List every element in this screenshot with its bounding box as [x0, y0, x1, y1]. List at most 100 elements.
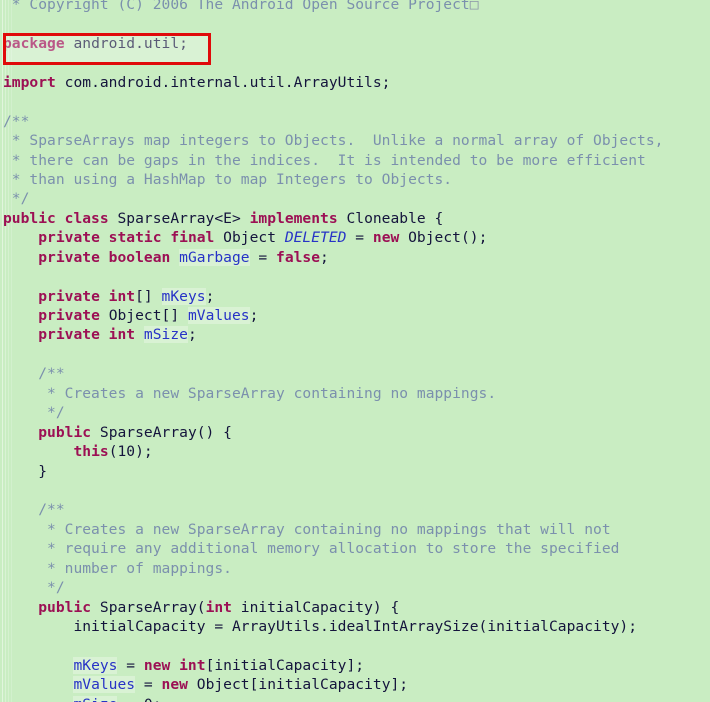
code-token-kw: public class	[3, 209, 109, 227]
code-line: * than using a HashMap to map Integers t…	[0, 170, 710, 189]
code-token-kw: import	[3, 73, 56, 91]
code-line: * require any additional memory allocati…	[0, 539, 710, 558]
code-line: public SparseArray() {	[0, 423, 710, 442]
code-token-kw: public	[38, 423, 92, 441]
code-token-id: [initialCapacity];	[205, 656, 365, 674]
code-token-cmt: */	[3, 190, 30, 208]
code-token-fld: mValues	[187, 307, 250, 324]
code-token-cmt: * require any additional memory allocati…	[3, 540, 620, 558]
code-line: public class SparseArray<E> implements C…	[0, 209, 710, 228]
code-token-id: Object[]	[99, 307, 188, 324]
code-line: /**	[0, 500, 710, 519]
code-line: */	[0, 403, 710, 422]
code-token-cmt: * Creates a new SparseArray containing n…	[3, 520, 611, 538]
code-line: */	[0, 578, 710, 597]
code-token-cmt: * Creates a new SparseArray containing n…	[3, 384, 497, 402]
code-line: private int mSize;	[0, 325, 710, 344]
code-token-id: initialCapacity = ArrayUtils.idealIntArr…	[3, 618, 638, 635]
code-token-id: =	[346, 229, 373, 247]
code-token-fld: mKeys	[73, 656, 118, 674]
code-token-id: Object();	[399, 229, 488, 247]
code-token-id: ;	[320, 248, 329, 266]
code-viewer[interactable]: * Copyright (C) 2006 The Android Open So…	[0, 0, 710, 702]
code-line: /**	[0, 364, 710, 383]
code-token-kw: private int	[38, 287, 136, 305]
code-token-id: SparseArray() {	[91, 423, 232, 441]
code-line: this(10);	[0, 442, 710, 461]
code-token-id: =	[249, 248, 277, 266]
code-line: public SparseArray(int initialCapacity) …	[0, 598, 710, 617]
code-token-kw: public	[38, 598, 92, 616]
code-line: private int[] mKeys;	[0, 287, 710, 306]
code-line: * number of mappings.	[0, 559, 710, 578]
code-token-kw: private static final	[38, 229, 215, 247]
code-line: mValues = new Object[initialCapacity];	[0, 675, 710, 694]
code-token-kw: this	[73, 443, 109, 461]
code-line: * Copyright (C) 2006 The Android Open So…	[0, 0, 710, 14]
code-token-id	[3, 443, 73, 460]
code-token-id: SparseArray<E>	[108, 209, 250, 227]
code-token-id: com.android.internal.util.ArrayUtils;	[55, 73, 391, 91]
code-line: private static final Object DELETED = ne…	[0, 228, 710, 247]
code-token-id	[3, 676, 73, 693]
code-token-kw: new	[372, 229, 400, 247]
code-token-id	[3, 599, 38, 616]
code-token-id	[135, 326, 144, 343]
code-token-id: Cloneable {	[337, 209, 444, 227]
code-token-kw: new	[161, 676, 188, 694]
code-token-id	[3, 249, 38, 266]
code-token-id: ;	[249, 307, 259, 324]
code-token-cmt: * there can be gaps in the indices. It i…	[3, 151, 646, 169]
code-line: * there can be gaps in the indices. It i…	[0, 151, 710, 170]
code-token-sfld: DELETED	[284, 229, 347, 247]
source-code-block[interactable]: * Copyright (C) 2006 The Android Open So…	[0, 0, 710, 702]
code-token-id: SparseArray(	[91, 598, 206, 616]
code-token-tofu: □	[469, 0, 479, 13]
code-token-kw: false	[276, 248, 321, 266]
code-line: */	[0, 189, 710, 208]
code-line: }	[0, 462, 710, 481]
code-line: private boolean mGarbage = false;	[0, 248, 710, 267]
code-token-id: }	[3, 462, 48, 480]
code-token-id: =	[117, 656, 144, 674]
code-token-id: initialCapacity) {	[231, 598, 400, 616]
code-line: mSize = 0;	[0, 695, 710, 702]
code-token-fld: mSize	[73, 695, 118, 702]
code-token-fld: mValues	[73, 676, 136, 694]
code-token-id: (10);	[108, 443, 153, 461]
code-token-kw: private	[38, 307, 100, 324]
code-token-id: =	[135, 676, 162, 694]
code-token-kw: int	[205, 598, 232, 616]
code-token-fld: mKeys	[161, 287, 206, 305]
code-token-id	[3, 696, 73, 702]
code-token-cmt: * number of mappings.	[3, 559, 232, 577]
code-token-cmt: * Copyright (C) 2006 The Android Open So…	[3, 0, 470, 13]
code-line: mKeys = new int[initialCapacity];	[0, 656, 710, 675]
code-token-fld: mSize	[143, 326, 188, 344]
code-line: import com.android.internal.util.ArrayUt…	[0, 73, 710, 92]
code-line: * SparseArrays map integers to Objects. …	[0, 131, 710, 150]
code-token-id	[3, 326, 38, 343]
code-token-id: = 0;	[117, 696, 161, 702]
code-token-cmt: * than using a HashMap to map Integers t…	[3, 170, 453, 188]
code-token-kw: private boolean	[38, 248, 171, 266]
code-line: /**	[0, 112, 710, 131]
code-token-kw: new int	[143, 656, 206, 674]
code-line: * Creates a new SparseArray containing n…	[0, 520, 710, 539]
code-token-kw: implements	[249, 209, 338, 227]
code-token-id: Object[initialCapacity];	[187, 676, 409, 694]
code-token-fld: mGarbage	[179, 248, 250, 266]
code-token-id	[170, 249, 179, 266]
code-token-id	[3, 288, 38, 305]
code-token-id: android.util;	[64, 34, 188, 52]
code-token-cmt: * SparseArrays map integers to Objects. …	[3, 132, 664, 150]
code-token-kw: private int	[38, 326, 136, 344]
code-line: package android.util;	[0, 34, 710, 53]
code-token-id: Object	[214, 229, 285, 247]
code-token-kw: package	[3, 34, 65, 52]
